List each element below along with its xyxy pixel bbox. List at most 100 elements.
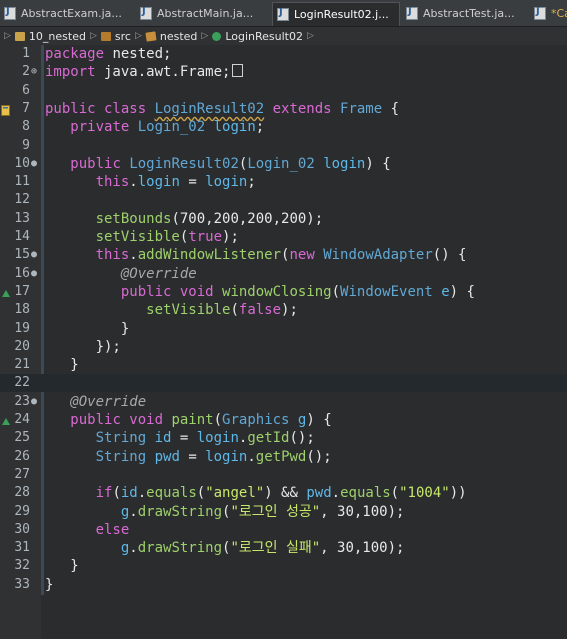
- code-line[interactable]: 31 g.drawString("로그인 실패", 30,100);: [0, 539, 567, 557]
- code-line[interactable]: 28 if(id.equals("angel") && pwd.equals("…: [0, 484, 567, 502]
- code-text: this.addWindowListener(new WindowAdapter…: [95, 247, 467, 264]
- line-number: 32: [14, 558, 30, 574]
- code-line[interactable]: 20 });: [0, 338, 567, 356]
- code-text: private Login_02 login;: [70, 119, 265, 136]
- code-line[interactable]: 27: [0, 466, 567, 484]
- collapse-fold-icon[interactable]: ●: [31, 246, 37, 264]
- tab-abstractexam[interactable]: AbstractExam.ja...: [4, 2, 129, 24]
- code-line[interactable]: 21 }: [0, 356, 567, 374]
- code-line[interactable]: 24 public void paint(Graphics g) {: [0, 411, 567, 429]
- tab-abstractmain[interactable]: AbstractMain.ja...: [140, 2, 265, 24]
- code-text: public void paint(Graphics g) {: [70, 412, 332, 428]
- tab-loginresult02[interactable]: LoginResult02.j... ×: [272, 2, 400, 26]
- breadcrumb-class-label: LoginResult02: [225, 29, 303, 43]
- code-text: if(id.equals("angel") && pwd.equals("100…: [95, 485, 467, 502]
- code-text: setBounds(700,200,200,200);: [95, 210, 324, 227]
- collapse-fold-icon[interactable]: ●: [31, 393, 37, 411]
- breadcrumb-class[interactable]: LoginResult02: [212, 30, 303, 43]
- code-line[interactable]: 15 ● this.addWindowListener(new WindowAda…: [0, 246, 567, 264]
- breadcrumb-project[interactable]: 10_nested: [14, 30, 86, 43]
- class-icon: [212, 31, 222, 41]
- code-text: g.drawString("로그인 실패", 30,100);: [120, 540, 405, 557]
- line-number: 1: [22, 46, 30, 61]
- source-folder-icon: [100, 31, 111, 41]
- line-number: 8: [22, 119, 30, 135]
- code-line[interactable]: 8 private Login_02 login;: [0, 118, 567, 136]
- expand-fold-icon[interactable]: ⊕: [31, 63, 37, 81]
- code-text: @Override: [120, 265, 197, 282]
- code-text: public void windowClosing(WindowEvent e)…: [120, 283, 475, 300]
- line-number: 13: [14, 210, 30, 226]
- line-number: 23: [14, 393, 30, 409]
- java-file-icon: [534, 6, 546, 20]
- code-line[interactable]: 26 String pwd = login.getPwd();: [0, 448, 567, 466]
- breadcrumb: ▷ 10_nested ▷ src ▷ nested ▷ LoginResult…: [0, 27, 567, 45]
- code-text: }: [45, 576, 54, 593]
- tab-overflow[interactable]: *Ca: [534, 2, 567, 24]
- code-text: }: [45, 558, 79, 575]
- breadcrumb-package[interactable]: nested: [145, 30, 197, 43]
- close-tab-icon[interactable]: ×: [398, 8, 399, 22]
- breadcrumb-end-arrow: ▷: [307, 31, 314, 41]
- code-line[interactable]: 1 package nested;: [0, 45, 567, 63]
- line-number: 21: [14, 357, 30, 373]
- code-text: public LoginResult02(Login_02 login) {: [70, 155, 391, 172]
- code-line[interactable]: 22: [0, 374, 567, 393]
- line-number: 12: [14, 192, 30, 208]
- code-line[interactable]: 29 g.drawString("로그인 성공", 30,100);: [0, 503, 567, 521]
- code-line[interactable]: 18 setVisible(false);: [0, 301, 567, 319]
- line-number: 16: [14, 265, 30, 281]
- code-text: else: [95, 521, 130, 538]
- code-line[interactable]: 19 }: [0, 320, 567, 338]
- tab-abstracttest[interactable]: AbstractTest.ja...: [406, 2, 526, 24]
- breadcrumb-src[interactable]: src: [100, 30, 131, 43]
- project-icon: [14, 31, 25, 41]
- code-line[interactable]: 11 this.login = login;: [0, 173, 567, 191]
- line-number: 17: [14, 283, 30, 299]
- code-line[interactable]: 13 setBounds(700,200,200,200);: [0, 210, 567, 228]
- code-text: }: [45, 320, 130, 337]
- code-line[interactable]: 25 String id = login.getId();: [0, 429, 567, 447]
- code-line[interactable]: 6: [0, 82, 567, 100]
- code-line[interactable]: 23 ● @Override: [0, 393, 567, 411]
- line-number: 25: [14, 430, 30, 446]
- code-text: package nested;: [45, 46, 172, 62]
- code-line[interactable]: 7 public class LoginResult02 extends Fram…: [0, 100, 567, 118]
- breadcrumb-separator-icon: ▷: [134, 31, 142, 41]
- breadcrumb-separator-icon: ▷: [89, 31, 97, 41]
- code-line[interactable]: 12: [0, 191, 567, 209]
- code-line[interactable]: 10 ● public LoginResult02(Login_02 login)…: [0, 155, 567, 173]
- code-editor[interactable]: 1 package nested; 2 ⊕ import java.awt.Frame;…: [0, 45, 567, 639]
- code-line[interactable]: 30 else: [0, 521, 567, 539]
- code-line[interactable]: 9: [0, 137, 567, 155]
- line-number: 2: [22, 64, 30, 80]
- line-number: 19: [14, 320, 30, 336]
- line-number: 24: [14, 412, 30, 427]
- line-number: 15: [14, 247, 30, 263]
- line-number: 27: [14, 466, 30, 482]
- tab-label: LoginResult02.j...: [294, 8, 389, 21]
- line-number: 9: [22, 137, 30, 153]
- code-line[interactable]: 32 }: [0, 557, 567, 575]
- package-icon: [145, 30, 157, 42]
- code-text: setVisible(true);: [95, 229, 239, 245]
- java-file-icon: [406, 6, 418, 20]
- code-line[interactable]: 2 ⊕ import java.awt.Frame;: [0, 63, 567, 81]
- collapse-fold-icon[interactable]: ●: [31, 265, 37, 283]
- line-number: 33: [14, 576, 30, 592]
- code-line[interactable]: 33}: [0, 576, 567, 594]
- code-line[interactable]: 16 ● @Override: [0, 265, 567, 283]
- tab-label: AbstractTest.ja...: [423, 6, 515, 20]
- tab-label: AbstractMain.ja...: [157, 6, 254, 20]
- code-line[interactable]: 17 public void windowClosing(WindowEvent…: [0, 283, 567, 301]
- breadcrumb-start-arrow: ▷: [4, 31, 11, 41]
- line-number: 18: [14, 302, 30, 318]
- java-file-icon: [140, 6, 152, 20]
- line-number: 22: [14, 375, 30, 391]
- collapse-fold-icon[interactable]: ●: [31, 155, 37, 173]
- code-line[interactable]: 14 setVisible(true);: [0, 228, 567, 246]
- line-number: 20: [14, 338, 30, 354]
- line-number: 29: [14, 503, 30, 519]
- folded-imports-icon[interactable]: [232, 64, 244, 78]
- code-text: String id = login.getId();: [95, 430, 315, 447]
